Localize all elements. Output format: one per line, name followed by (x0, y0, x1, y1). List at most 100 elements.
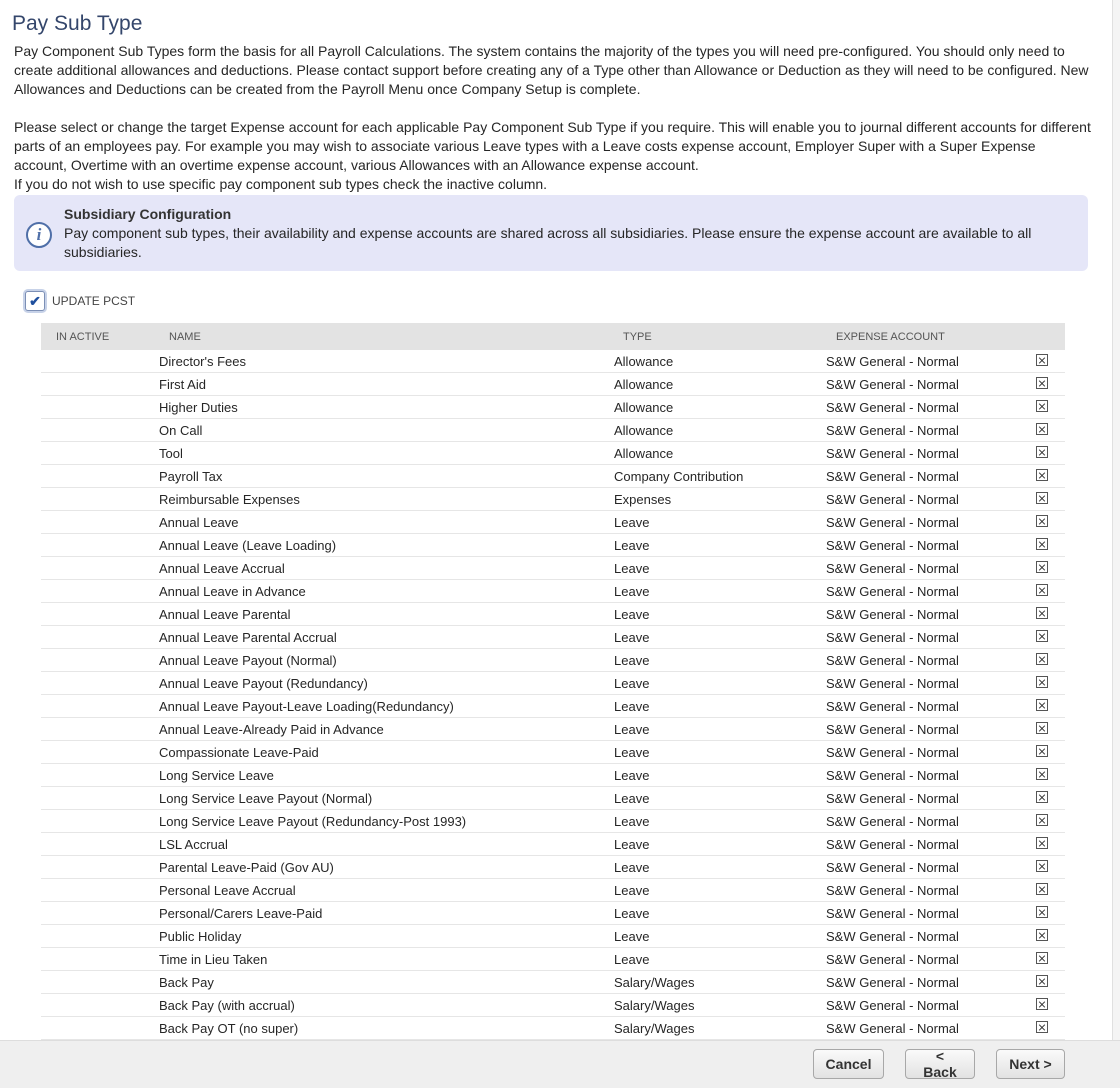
info-title: Subsidiary Configuration (64, 206, 232, 222)
table-row: On Call Allowance S&W General - Normal (41, 419, 1065, 442)
clear-expense-icon[interactable] (1036, 630, 1048, 642)
clear-expense-icon[interactable] (1036, 607, 1048, 619)
name-cell: Back Pay OT (no super) (159, 1021, 299, 1036)
expense-account-cell[interactable]: S&W General - Normal (826, 722, 959, 737)
clear-expense-icon[interactable] (1036, 492, 1048, 504)
clear-expense-icon[interactable] (1036, 929, 1048, 941)
expense-account-cell[interactable]: S&W General - Normal (826, 492, 959, 507)
expense-account-cell[interactable]: S&W General - Normal (826, 699, 959, 714)
expense-account-cell[interactable]: S&W General - Normal (826, 469, 959, 484)
clear-expense-icon[interactable] (1036, 860, 1048, 872)
table-row: Annual Leave-Already Paid in Advance Leav… (41, 718, 1065, 741)
type-cell: Leave (614, 860, 650, 875)
type-cell: Allowance (614, 400, 674, 415)
clear-expense-icon[interactable] (1036, 561, 1048, 573)
expense-account-cell[interactable]: S&W General - Normal (826, 929, 959, 944)
clear-expense-icon[interactable] (1036, 676, 1048, 688)
expense-account-cell[interactable]: S&W General - Normal (826, 1021, 959, 1036)
clear-expense-icon[interactable] (1036, 515, 1048, 527)
clear-expense-icon[interactable] (1036, 538, 1048, 550)
type-cell: Leave (614, 906, 650, 921)
name-cell: Annual Leave-Already Paid in Advance (159, 722, 384, 737)
name-cell: Higher Duties (159, 400, 238, 415)
expense-account-cell[interactable]: S&W General - Normal (826, 653, 959, 668)
clear-expense-icon[interactable] (1036, 584, 1048, 596)
clear-expense-icon[interactable] (1036, 377, 1048, 389)
expense-account-cell[interactable]: S&W General - Normal (826, 400, 959, 415)
page-scrollbar[interactable] (1112, 0, 1120, 1040)
expense-account-cell[interactable]: S&W General - Normal (826, 377, 959, 392)
cancel-button[interactable]: Cancel (813, 1049, 884, 1079)
clear-expense-icon[interactable] (1036, 883, 1048, 895)
clear-expense-icon[interactable] (1036, 814, 1048, 826)
expense-account-cell[interactable]: S&W General - Normal (826, 906, 959, 921)
clear-expense-icon[interactable] (1036, 469, 1048, 481)
table-row: Back Pay Salary/Wages S&W General - Normal (41, 971, 1065, 994)
type-cell: Expenses (614, 492, 672, 507)
clear-expense-icon[interactable] (1036, 400, 1048, 412)
pay-sub-type-table: IN ACTIVE NAME TYPE EXPENSE ACCOUNT Dire… (41, 323, 1065, 1040)
update-pcst-checkbox[interactable]: ✔ (25, 291, 45, 311)
type-cell: Salary/Wages (614, 1021, 695, 1036)
clear-expense-icon[interactable] (1036, 768, 1048, 780)
expense-account-cell[interactable]: S&W General - Normal (826, 791, 959, 806)
type-cell: Leave (614, 837, 650, 852)
expense-account-cell[interactable]: S&W General - Normal (826, 745, 959, 760)
name-cell: Annual Leave (159, 515, 239, 530)
clear-expense-icon[interactable] (1036, 791, 1048, 803)
clear-expense-icon[interactable] (1036, 975, 1048, 987)
page-title: Pay Sub Type (12, 12, 143, 35)
expense-account-cell[interactable]: S&W General - Normal (826, 538, 959, 553)
clear-expense-icon[interactable] (1036, 952, 1048, 964)
expense-account-cell[interactable]: S&W General - Normal (826, 952, 959, 967)
expense-account-cell[interactable]: S&W General - Normal (826, 676, 959, 691)
clear-expense-icon[interactable] (1036, 1021, 1048, 1033)
name-cell: Time in Lieu Taken (159, 952, 268, 967)
clear-expense-icon[interactable] (1036, 354, 1048, 366)
table-row: Public Holiday Leave S&W General - Normal (41, 925, 1065, 948)
expense-account-cell[interactable]: S&W General - Normal (826, 883, 959, 898)
expense-account-cell[interactable]: S&W General - Normal (826, 860, 959, 875)
expense-account-cell[interactable]: S&W General - Normal (826, 837, 959, 852)
clear-expense-icon[interactable] (1036, 653, 1048, 665)
expense-account-cell[interactable]: S&W General - Normal (826, 515, 959, 530)
expense-account-cell[interactable]: S&W General - Normal (826, 354, 959, 369)
type-cell: Allowance (614, 354, 674, 369)
type-cell: Leave (614, 584, 650, 599)
table-body: Director's Fees Allowance S&W General - No… (41, 350, 1065, 1040)
expense-account-cell[interactable]: S&W General - Normal (826, 446, 959, 461)
table-row: Annual Leave Leave S&W General - Normal (41, 511, 1065, 534)
clear-expense-icon[interactable] (1036, 906, 1048, 918)
type-cell: Salary/Wages (614, 998, 695, 1013)
type-cell: Allowance (614, 446, 674, 461)
name-cell: Annual Leave in Advance (159, 584, 306, 599)
header-name: NAME (169, 331, 201, 343)
clear-expense-icon[interactable] (1036, 423, 1048, 435)
table-row: First Aid Allowance S&W General - Normal (41, 373, 1065, 396)
clear-expense-icon[interactable] (1036, 446, 1048, 458)
expense-account-cell[interactable]: S&W General - Normal (826, 607, 959, 622)
clear-expense-icon[interactable] (1036, 745, 1048, 757)
table-row: Annual Leave Parental Leave S&W General - … (41, 603, 1065, 626)
name-cell: Back Pay (159, 975, 214, 990)
expense-account-cell[interactable]: S&W General - Normal (826, 975, 959, 990)
clear-expense-icon[interactable] (1036, 837, 1048, 849)
table-row: LSL Accrual Leave S&W General - Normal (41, 833, 1065, 856)
update-pcst-label: UPDATE PCST (52, 294, 136, 308)
expense-account-cell[interactable]: S&W General - Normal (826, 423, 959, 438)
name-cell: Back Pay (with accrual) (159, 998, 295, 1013)
table-row: Annual Leave Parental Accrual Leave S&W Ge… (41, 626, 1065, 649)
expense-account-cell[interactable]: S&W General - Normal (826, 561, 959, 576)
type-cell: Leave (614, 538, 650, 553)
back-button[interactable]: < Back (905, 1048, 975, 1080)
name-cell: First Aid (159, 377, 206, 392)
clear-expense-icon[interactable] (1036, 722, 1048, 734)
clear-expense-icon[interactable] (1036, 699, 1048, 711)
expense-account-cell[interactable]: S&W General - Normal (826, 630, 959, 645)
next-button[interactable]: Next > (996, 1049, 1065, 1079)
expense-account-cell[interactable]: S&W General - Normal (826, 768, 959, 783)
clear-expense-icon[interactable] (1036, 998, 1048, 1010)
expense-account-cell[interactable]: S&W General - Normal (826, 998, 959, 1013)
expense-account-cell[interactable]: S&W General - Normal (826, 584, 959, 599)
expense-account-cell[interactable]: S&W General - Normal (826, 814, 959, 829)
